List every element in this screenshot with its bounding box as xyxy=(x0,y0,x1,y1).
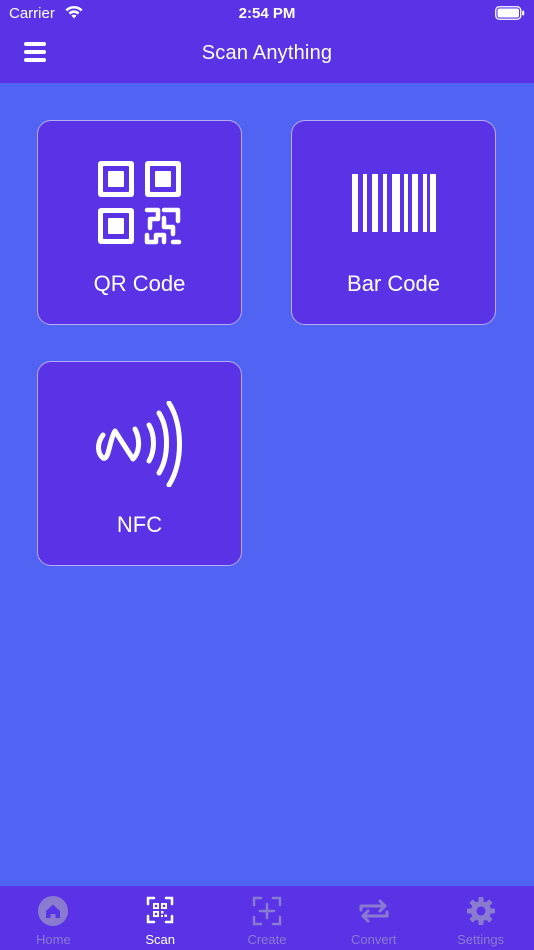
barcode-label: Bar Code xyxy=(347,271,440,296)
tab-convert[interactable]: Convert xyxy=(320,886,427,950)
tab-settings-label: Settings xyxy=(457,932,505,947)
nfc-icon-wrap xyxy=(38,400,241,488)
qr-code-card[interactable]: QR Code xyxy=(37,120,242,325)
nfc-card[interactable]: NFC xyxy=(37,361,242,566)
barcode-card[interactable]: Bar Code xyxy=(291,120,496,325)
tab-home[interactable]: Home xyxy=(0,886,107,950)
scan-icon-wrap xyxy=(107,896,214,926)
barcode-icon xyxy=(351,174,436,232)
battery-icon xyxy=(495,6,525,20)
home-icon xyxy=(38,896,69,926)
convert-icon-wrap xyxy=(320,896,427,926)
nfc-label: NFC xyxy=(116,512,163,537)
tab-bar: Home Scan Create Convert Settings xyxy=(0,886,534,950)
top-bar: Carrier 2:54 PM Scan Anything xyxy=(0,0,534,83)
tab-create-label: Create xyxy=(247,932,287,947)
tab-home-label: Home xyxy=(36,932,71,947)
create-plus-icon xyxy=(252,896,282,926)
scan-qr-icon xyxy=(146,896,174,924)
tab-convert-label: Convert xyxy=(351,932,397,947)
create-icon-wrap xyxy=(214,896,321,926)
barcode-icon-wrap xyxy=(292,159,495,247)
qr-code-icon-wrap xyxy=(38,159,241,247)
status-time: 2:54 PM xyxy=(238,5,296,22)
tab-settings[interactable]: Settings xyxy=(427,886,534,950)
nfc-icon xyxy=(95,401,182,487)
gear-icon xyxy=(466,897,495,925)
page-title: Scan Anything xyxy=(201,42,333,64)
convert-arrows-icon xyxy=(359,899,389,923)
tab-scan-label: Scan xyxy=(145,932,176,947)
home-icon-wrap xyxy=(0,896,107,926)
qr-code-icon xyxy=(97,161,181,245)
tab-scan[interactable]: Scan xyxy=(107,886,214,950)
qr-code-label: QR Code xyxy=(93,271,186,296)
gear-icon-wrap xyxy=(427,896,534,926)
tab-create[interactable]: Create xyxy=(214,886,321,950)
status-bar: Carrier 2:54 PM xyxy=(0,0,534,28)
